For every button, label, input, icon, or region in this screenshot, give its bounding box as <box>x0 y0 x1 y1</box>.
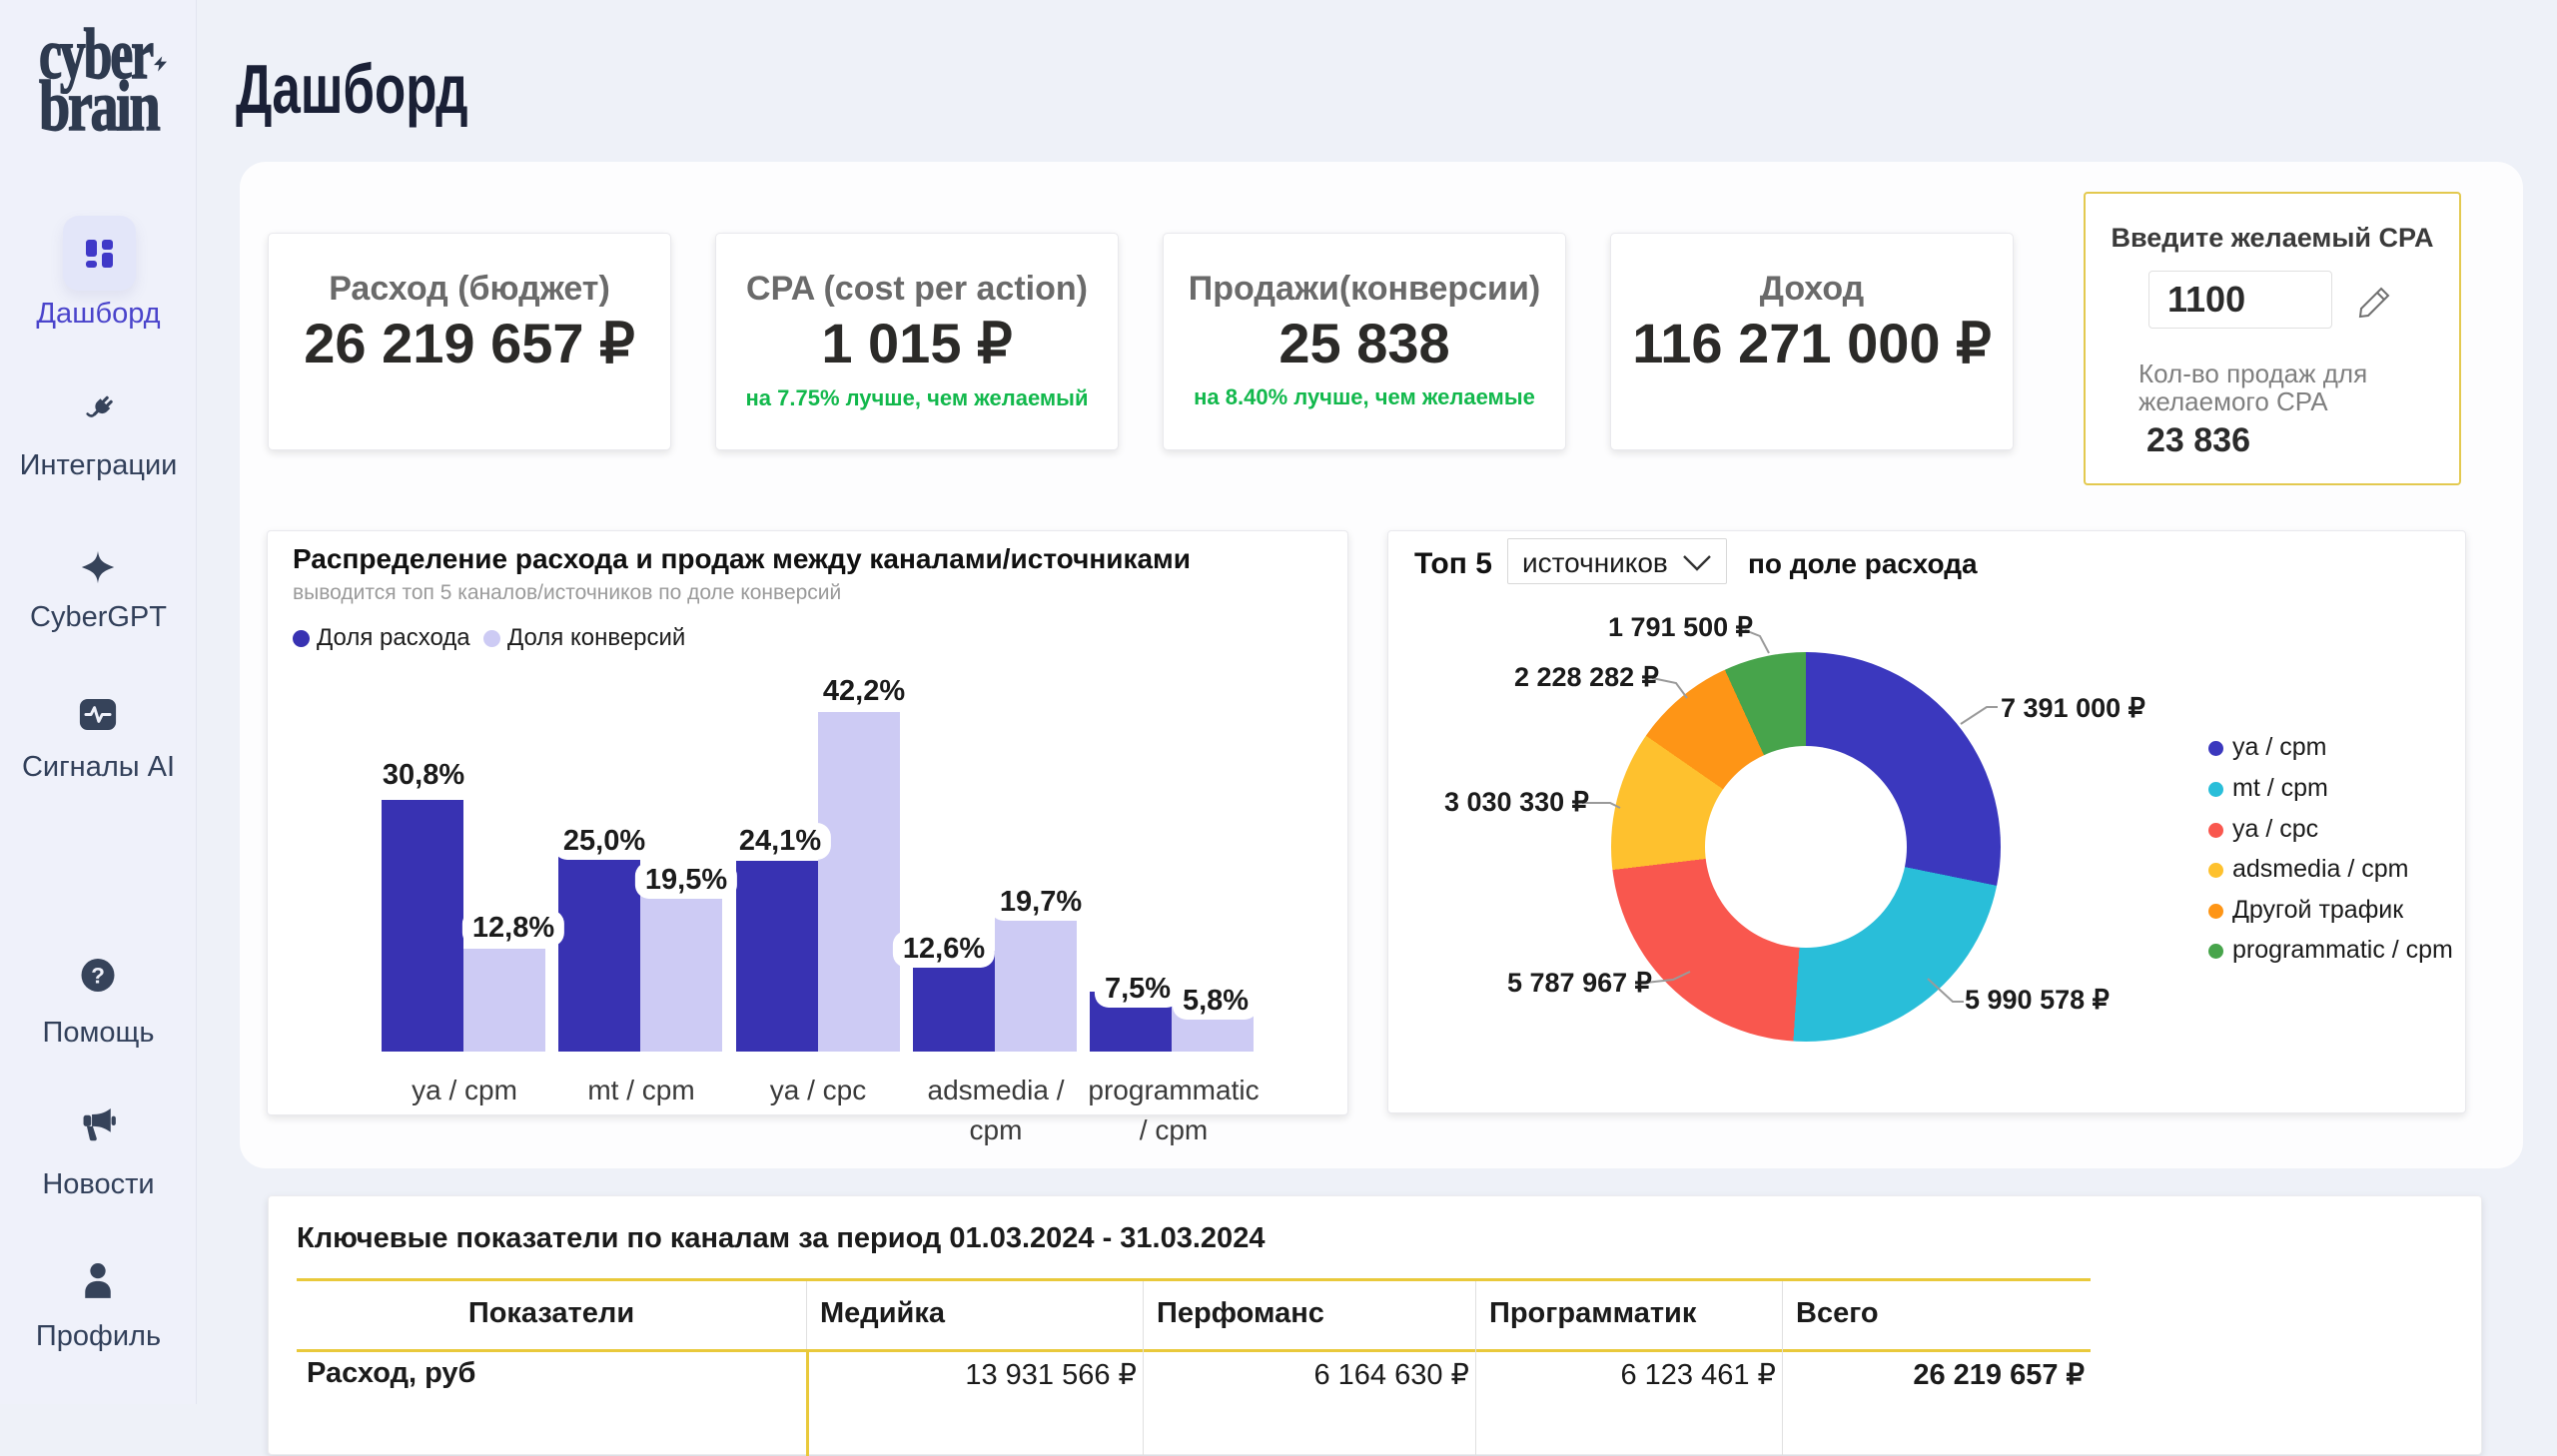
svg-text:?: ? <box>91 963 105 988</box>
